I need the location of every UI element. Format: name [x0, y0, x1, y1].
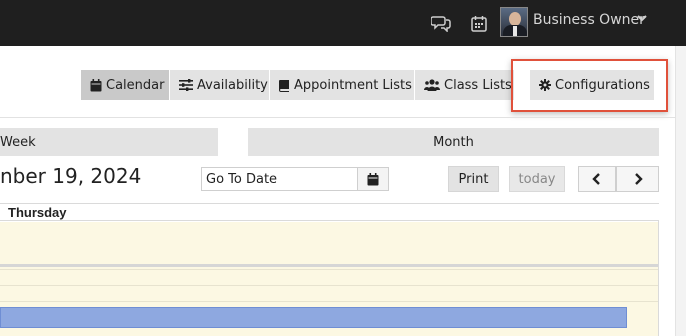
- tab-calendar-label: Calendar: [106, 77, 165, 93]
- book-icon: [279, 79, 289, 92]
- avatar-face: [509, 12, 521, 26]
- user-name[interactable]: Business Owner: [533, 12, 645, 28]
- chat-icon[interactable]: [431, 14, 451, 32]
- prev-button[interactable]: [578, 166, 616, 192]
- users-icon: [424, 79, 440, 91]
- calendar-event[interactable]: [0, 307, 627, 328]
- today-button[interactable]: today: [509, 166, 565, 192]
- tab-appointment-lists-label: Appointment Lists: [294, 77, 412, 93]
- calendar-grid: Thursday: [0, 203, 659, 336]
- divider: [0, 117, 676, 118]
- tab-availability[interactable]: Availability: [170, 70, 269, 100]
- print-button[interactable]: Print: [448, 166, 499, 192]
- tab-availability-label: Availability: [197, 77, 268, 93]
- today-label: today: [518, 171, 556, 187]
- tab-calendar[interactable]: Calendar: [81, 70, 169, 100]
- slot-line: [0, 285, 658, 286]
- chevron-left-icon: [592, 173, 600, 185]
- tab-appointment-lists[interactable]: Appointment Lists: [270, 70, 414, 100]
- avatar-shirt: [513, 26, 517, 36]
- date-title: nber 19, 2024: [0, 164, 142, 188]
- calendar-icon: [367, 172, 379, 185]
- vertical-scrollbar[interactable]: [675, 46, 686, 336]
- top-navbar: Business Owner: [0, 0, 686, 46]
- avatar[interactable]: [500, 7, 528, 37]
- go-to-date-button[interactable]: [357, 167, 389, 191]
- week-view-label: Week: [0, 134, 36, 150]
- print-label: Print: [458, 171, 489, 187]
- calendar-icon: [90, 78, 102, 91]
- tab-class-lists-label: Class Lists: [444, 77, 512, 93]
- all-day-slot[interactable]: [0, 222, 658, 264]
- slot-line: [0, 301, 658, 302]
- slot-line: [0, 269, 658, 270]
- sliders-icon: [179, 79, 193, 91]
- next-button[interactable]: [616, 166, 659, 192]
- month-view-button[interactable]: Month: [248, 128, 659, 156]
- month-view-label: Month: [433, 134, 474, 150]
- calendar-icon[interactable]: [471, 15, 487, 32]
- day-header: Thursday: [8, 205, 67, 220]
- highlight-box: [511, 59, 668, 112]
- week-view-button[interactable]: Week: [0, 128, 218, 156]
- chevron-right-icon: [634, 173, 643, 185]
- chevron-down-icon[interactable]: [636, 12, 648, 24]
- tab-class-lists[interactable]: Class Lists: [415, 70, 514, 100]
- calendar-header: Thursday: [0, 203, 659, 221]
- go-to-date-input[interactable]: [201, 167, 357, 191]
